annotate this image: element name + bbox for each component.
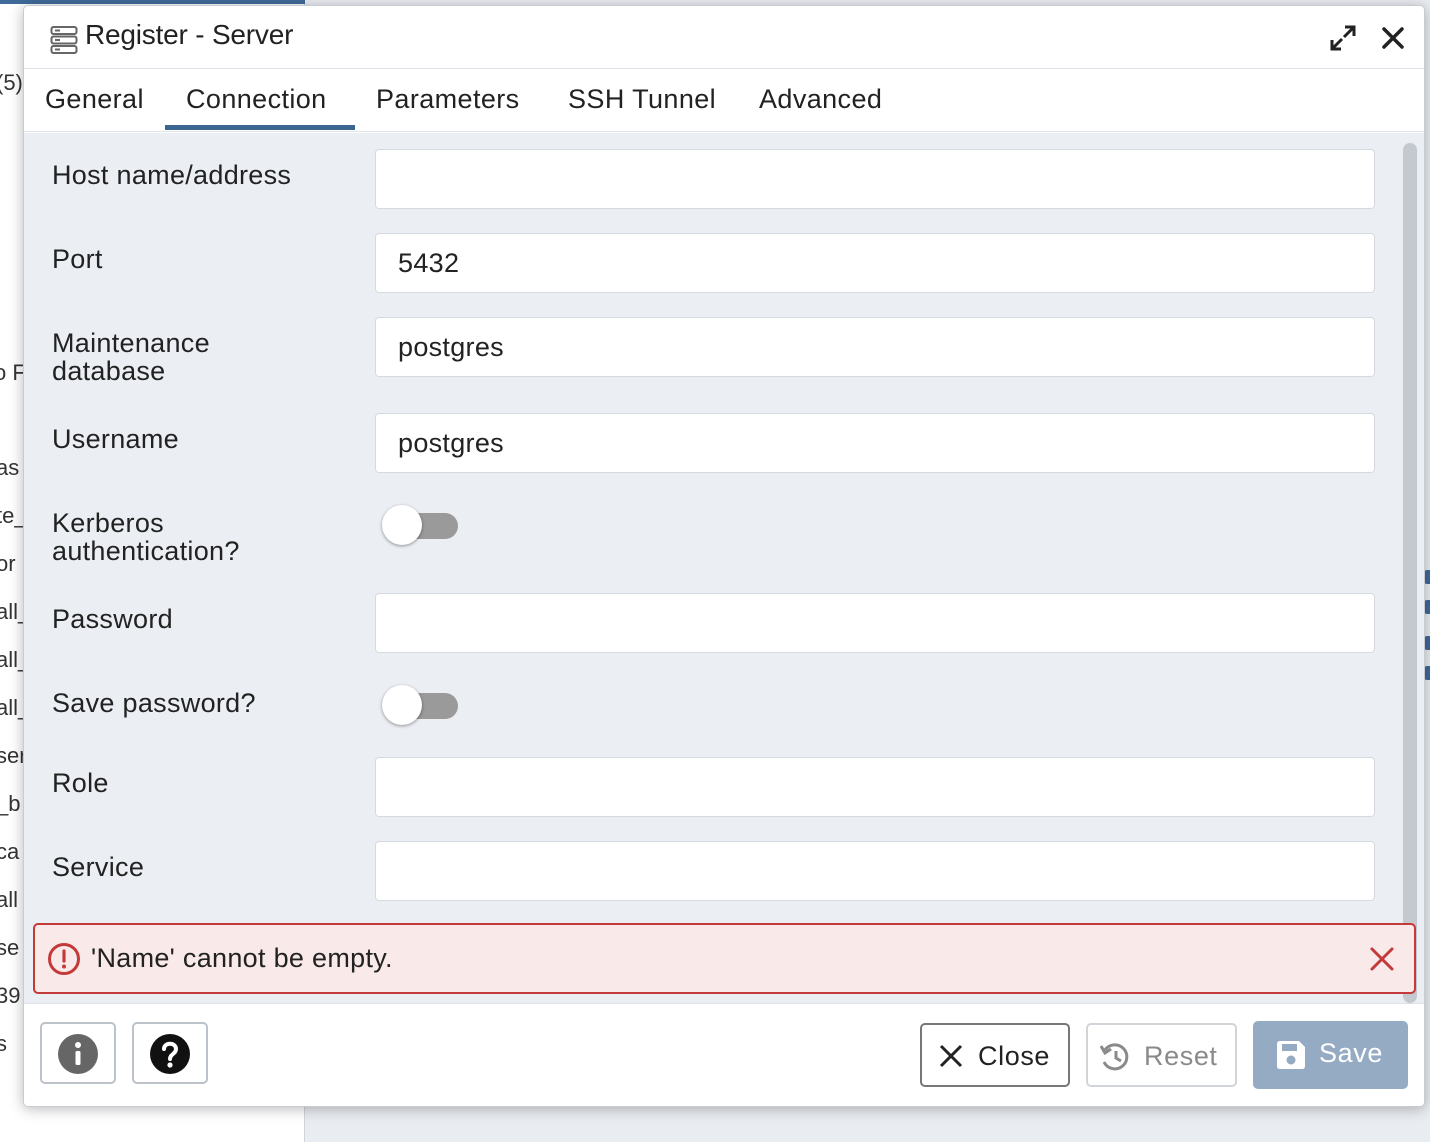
background-tree-text: (5): [0, 70, 23, 95]
save-password-label: Save password?: [52, 688, 256, 718]
username-input[interactable]: postgres: [375, 413, 1375, 473]
maintenance-db-label-line2: database: [52, 356, 166, 386]
background-tree-text: or: [0, 551, 16, 576]
help-button[interactable]: [132, 1022, 208, 1084]
background-topbar: [0, 0, 305, 4]
tab-advanced[interactable]: Advanced: [759, 84, 882, 115]
background-tree-text: ca: [0, 839, 20, 864]
info-button[interactable]: [40, 1022, 116, 1084]
floppy-disk-icon: [1277, 1041, 1305, 1069]
maintenance-db-label: Maintenance database: [52, 329, 210, 385]
role-label: Role: [52, 768, 109, 798]
close-button[interactable]: Close: [920, 1023, 1070, 1087]
save-password-toggle[interactable]: [382, 685, 458, 725]
form-scrollbar[interactable]: [1399, 133, 1424, 1003]
password-input[interactable]: [375, 593, 1375, 653]
tab-parameters[interactable]: Parameters: [376, 84, 520, 115]
kerberos-toggle[interactable]: [382, 505, 458, 545]
kerberos-label-line2: authentication?: [52, 536, 240, 566]
background-tree-text: 39: [0, 983, 21, 1008]
save-button-label: Save: [1319, 1038, 1383, 1068]
info-icon: [58, 1034, 98, 1074]
save-button[interactable]: Save: [1253, 1021, 1408, 1089]
dialog-titlebar[interactable]: Register - Server: [24, 6, 1424, 69]
register-server-dialog: Register - Server General Connection Par…: [23, 5, 1425, 1107]
password-label: Password: [52, 604, 173, 634]
scrollbar-thumb[interactable]: [1403, 143, 1417, 1003]
background-tree-text: s: [0, 1031, 7, 1056]
close-x-icon[interactable]: [1378, 23, 1408, 53]
role-input[interactable]: [375, 757, 1375, 817]
toggle-knob: [382, 505, 422, 545]
username-label: Username: [52, 424, 179, 454]
port-label: Port: [52, 244, 103, 274]
maintenance-db-input[interactable]: postgres: [375, 317, 1375, 377]
maintenance-db-label-line1: Maintenance: [52, 328, 210, 358]
background-tree-text: se: [0, 935, 20, 960]
kerberos-label-line1: Kerberos: [52, 508, 164, 538]
host-input[interactable]: [375, 149, 1375, 209]
reset-button-label: Reset: [1144, 1041, 1218, 1071]
tab-connection[interactable]: Connection: [186, 84, 327, 115]
host-label: Host name/address: [52, 160, 292, 190]
service-label: Service: [52, 852, 145, 882]
server-icon: [50, 26, 78, 54]
toggle-knob: [382, 685, 422, 725]
kerberos-label: Kerberos authentication?: [52, 509, 240, 565]
error-banner: 'Name' cannot be empty.: [33, 923, 1416, 994]
close-icon: [939, 1044, 963, 1068]
background-tree-text: o F: [0, 360, 26, 385]
reset-icon: [1099, 1043, 1129, 1071]
tab-ssh-tunnel[interactable]: SSH Tunnel: [568, 84, 716, 115]
reset-button[interactable]: Reset: [1086, 1023, 1237, 1087]
dialog-footer: Close Reset Save: [24, 1003, 1424, 1106]
expand-arrows-icon[interactable]: [1328, 23, 1358, 53]
tab-bar: General Connection Parameters SSH Tunnel…: [24, 70, 1424, 132]
background-tree-text: as: [0, 455, 20, 480]
connection-form: Host name/address Port 5432 Maintenance …: [24, 133, 1399, 1003]
background-tree-text: _b: [0, 791, 21, 816]
active-tab-indicator: [165, 125, 355, 130]
service-input[interactable]: [375, 841, 1375, 901]
error-message: 'Name' cannot be empty.: [91, 943, 393, 973]
close-error-icon[interactable]: [1368, 945, 1396, 973]
dialog-title: Register - Server: [85, 19, 294, 50]
tab-general[interactable]: General: [45, 84, 144, 115]
background-tree-text: all: [0, 887, 19, 912]
help-icon: [150, 1034, 190, 1074]
port-input[interactable]: 5432: [375, 233, 1375, 293]
alert-circle-icon: [48, 943, 80, 975]
close-button-label: Close: [978, 1041, 1051, 1071]
